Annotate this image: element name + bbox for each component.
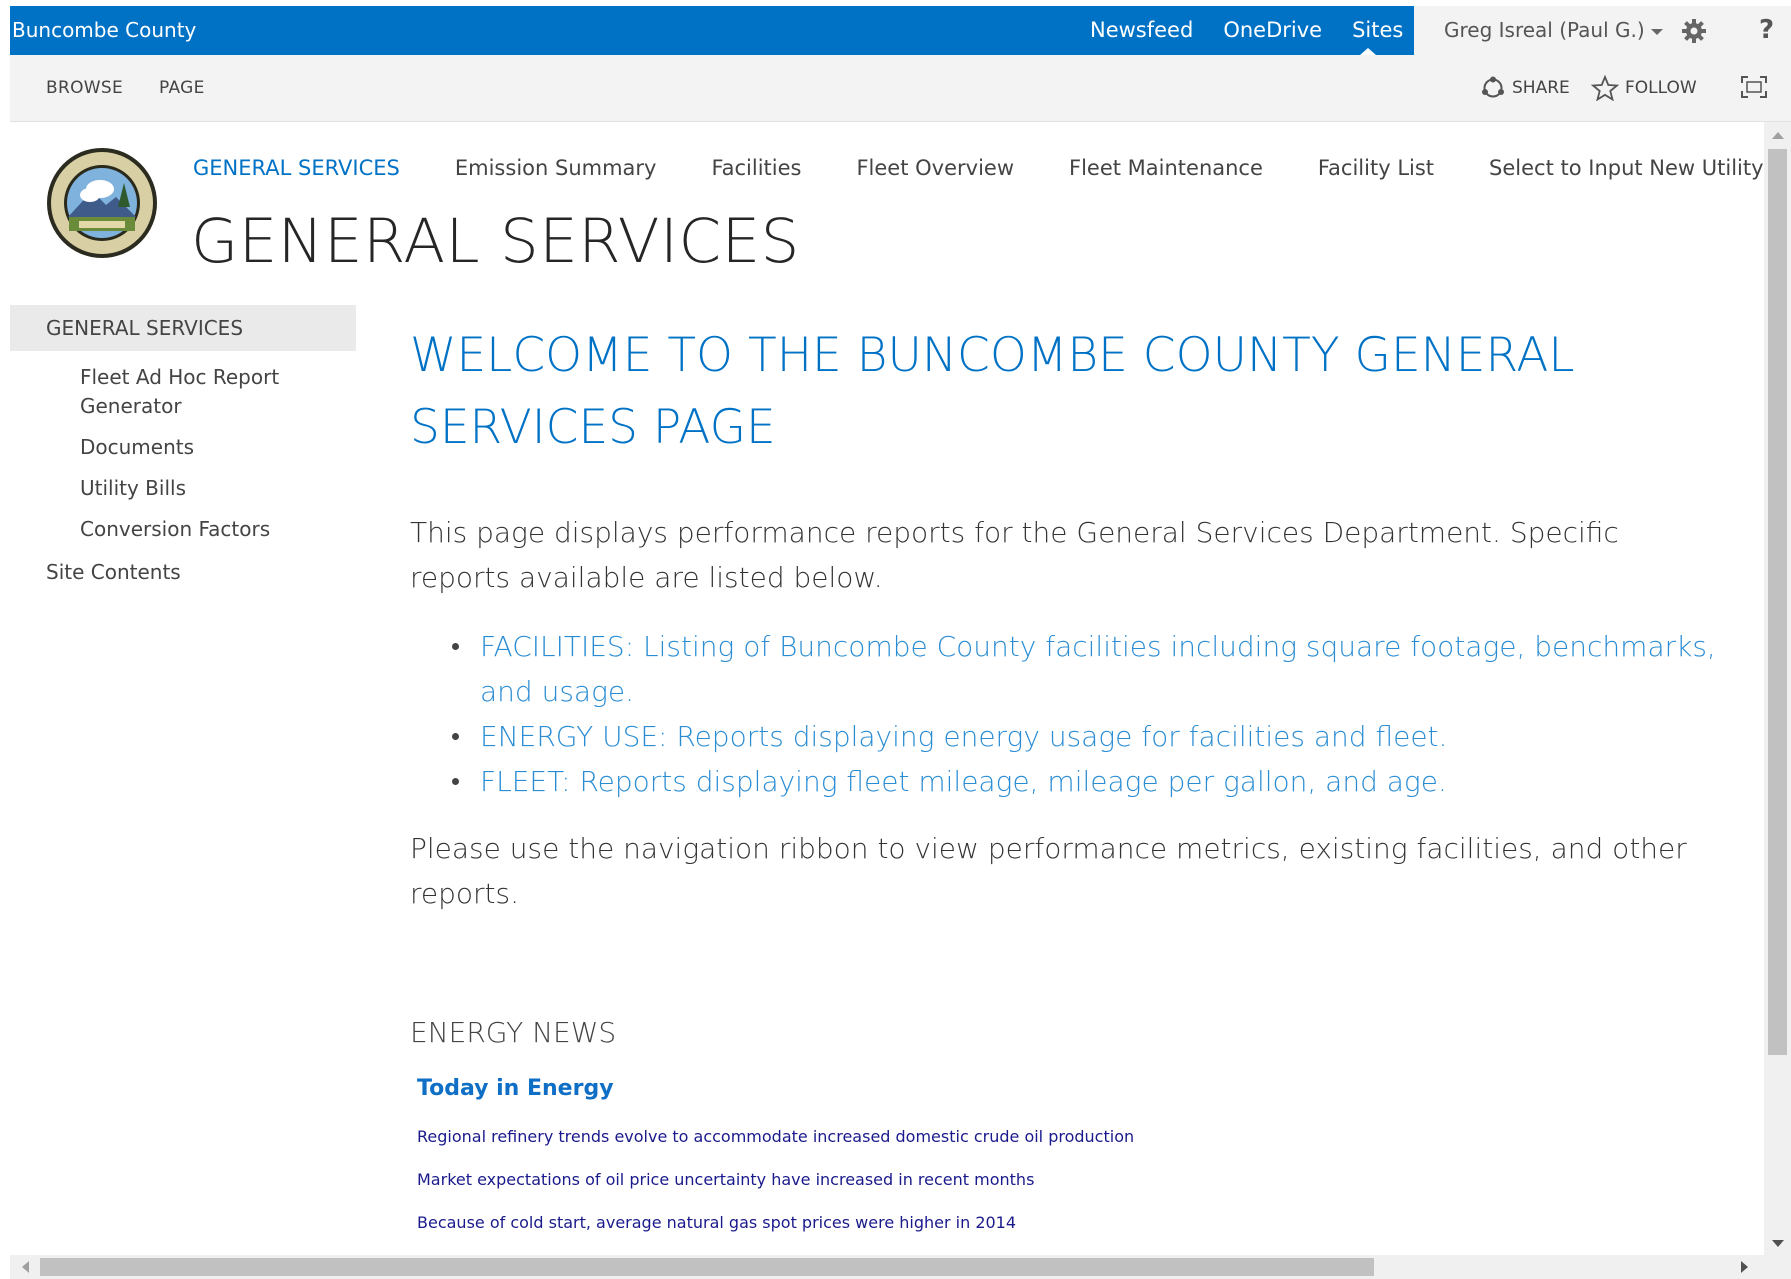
- report-link-text: FLEET: Reports displaying fleet mileage,…: [480, 765, 1447, 798]
- suite-links: Newsfeed OneDrive Sites: [1090, 6, 1433, 55]
- ribbon: BROWSE PAGE SHARE FOLLOW: [10, 55, 1791, 122]
- suite-link-onedrive[interactable]: OneDrive: [1223, 6, 1322, 55]
- share-icon: [1482, 76, 1504, 98]
- intro-paragraph: This page displays performance reports f…: [410, 516, 1619, 594]
- leftnav-conversion-factors[interactable]: Conversion Factors: [10, 515, 330, 544]
- horizontal-scroll-thumb[interactable]: [40, 1258, 1374, 1276]
- news-item-link[interactable]: Because of cold start, average natural g…: [417, 1201, 1710, 1244]
- suite-link-sites[interactable]: Sites: [1352, 6, 1403, 55]
- leftnav-fleet-report-generator[interactable]: Fleet Ad Hoc Report Generator: [10, 363, 330, 421]
- vertical-scrollbar[interactable]: [1764, 122, 1791, 1260]
- leftnav-general-services[interactable]: GENERAL SERVICES: [10, 305, 356, 351]
- brand-link[interactable]: Buncombe County: [12, 6, 196, 55]
- help-icon[interactable]: ?: [1759, 6, 1774, 55]
- gear-icon[interactable]: [1681, 18, 1707, 44]
- bullet-dot: [452, 733, 459, 740]
- report-link-facilities[interactable]: FACILITIES: Listing of Buncombe County f…: [452, 624, 1730, 714]
- vertical-scroll-thumb[interactable]: [1768, 149, 1787, 1055]
- news-item-link[interactable]: Regional refinery trends evolve to accom…: [417, 1115, 1710, 1158]
- window-edge: [0, 0, 10, 1279]
- browser-frame: Buncombe County Newsfeed OneDrive Sites …: [10, 6, 1791, 1279]
- news-item-link[interactable]: Market expectations of oil price uncerta…: [417, 1158, 1710, 1201]
- report-list: FACILITIES: Listing of Buncombe County f…: [410, 624, 1716, 804]
- county-seal-logo[interactable]: [46, 147, 158, 259]
- bullet-dot: [452, 778, 459, 785]
- topnav-facilities[interactable]: Facilities: [711, 156, 801, 192]
- tab-browse[interactable]: BROWSE: [46, 55, 123, 121]
- scroll-left-arrow-icon[interactable]: [22, 1261, 29, 1273]
- topnav-facility-list[interactable]: Facility List: [1318, 156, 1434, 192]
- tab-page[interactable]: PAGE: [159, 55, 205, 121]
- news-list: Regional refinery trends evolve to accom…: [410, 1115, 1710, 1244]
- follow-label: FOLLOW: [1625, 78, 1697, 98]
- leftnav-site-contents[interactable]: Site Contents: [10, 558, 356, 587]
- topnav-fleet-overview[interactable]: Fleet Overview: [856, 156, 1014, 192]
- suite-bar: Buncombe County Newsfeed OneDrive Sites …: [10, 6, 1791, 55]
- scrollbar-corner: [1764, 1255, 1791, 1279]
- topnav-input-utility-bill[interactable]: Select to Input New Utility Bill: [1489, 156, 1791, 192]
- quick-launch: GENERAL SERVICES Fleet Ad Hoc Report Gen…: [10, 305, 356, 587]
- leftnav-documents[interactable]: Documents: [10, 433, 330, 462]
- energy-news-heading: ENERGY NEWS: [410, 1016, 617, 1049]
- star-icon: [1591, 75, 1619, 101]
- horizontal-scrollbar[interactable]: [10, 1255, 1764, 1279]
- news-feed-title[interactable]: Today in Energy: [417, 1076, 1710, 1101]
- report-link-text: FACILITIES: Listing of Buncombe County f…: [480, 630, 1716, 708]
- user-name: Greg Isreal (Paul G.): [1444, 18, 1645, 42]
- suite-link-newsfeed[interactable]: Newsfeed: [1090, 6, 1193, 55]
- topnav-emission-summary[interactable]: Emission Summary: [455, 156, 657, 192]
- user-area: Greg Isreal (Paul G.) ?: [1414, 6, 1791, 55]
- welcome-heading: WELCOME TO THE BUNCOMBE COUNTY GENERAL S…: [410, 328, 1575, 455]
- topnav-fleet-maintenance[interactable]: Fleet Maintenance: [1069, 156, 1263, 192]
- share-button[interactable]: SHARE: [1480, 55, 1570, 121]
- scroll-up-arrow-icon[interactable]: [1772, 132, 1784, 139]
- leftnav-utility-bills[interactable]: Utility Bills: [10, 474, 330, 503]
- share-label: SHARE: [1512, 78, 1570, 98]
- follow-button[interactable]: FOLLOW: [1591, 55, 1697, 121]
- scroll-right-arrow-icon[interactable]: [1741, 1261, 1748, 1273]
- main-content: WELCOME TO THE BUNCOMBE COUNTY GENERAL S…: [410, 320, 1716, 1244]
- report-link-energy-use[interactable]: ENERGY USE: Reports displaying energy us…: [452, 714, 1730, 759]
- chevron-down-icon: [1650, 28, 1663, 35]
- topnav-general-services[interactable]: GENERAL SERVICES: [193, 156, 400, 192]
- outro-paragraph: Please use the navigation ribbon to view…: [410, 832, 1687, 910]
- top-navigation: GENERAL SERVICES Emission Summary Facili…: [193, 156, 1791, 192]
- report-link-fleet[interactable]: FLEET: Reports displaying fleet mileage,…: [452, 759, 1730, 804]
- user-menu[interactable]: Greg Isreal (Paul G.): [1444, 6, 1663, 55]
- focus-content-icon[interactable]: [1740, 75, 1768, 99]
- bullet-dot: [452, 643, 459, 650]
- report-link-text: ENERGY USE: Reports displaying energy us…: [480, 720, 1448, 753]
- site-title[interactable]: GENERAL SERVICES: [191, 206, 800, 277]
- scroll-down-arrow-icon[interactable]: [1772, 1240, 1784, 1247]
